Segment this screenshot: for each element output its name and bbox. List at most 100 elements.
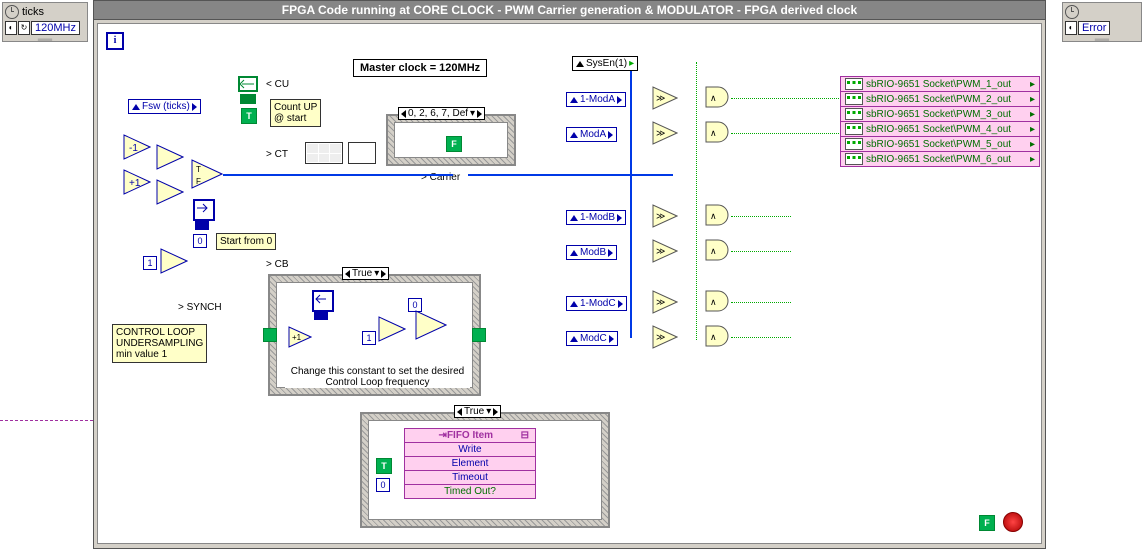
feedback-node[interactable]: [193, 199, 215, 221]
synch-label: > SYNCH: [178, 302, 222, 313]
clock-icon: [1065, 5, 1079, 19]
select-node[interactable]: [415, 310, 447, 340]
info-icon[interactable]: i: [106, 32, 124, 50]
undersampling-note: CONTROL LOOP UNDERSAMPLING min value 1: [112, 324, 207, 363]
index-node[interactable]: [348, 142, 376, 164]
fsw-node[interactable]: Fsw (ticks): [128, 99, 201, 114]
const-zero[interactable]: 0: [193, 234, 207, 248]
frame-title: FPGA Code running at CORE CLOCK - PWM Ca…: [94, 1, 1045, 20]
mod-label: 1-ModB: [580, 212, 615, 223]
mod-1c-node[interactable]: 1-ModC: [566, 296, 627, 311]
subtract-node[interactable]: -1: [123, 134, 151, 160]
comparator[interactable]: ≫: [652, 239, 678, 263]
svg-text:∧: ∧: [710, 297, 717, 307]
wave-icon: [845, 78, 863, 90]
and-gate[interactable]: ∧: [705, 204, 731, 226]
mod-b-node[interactable]: ModB: [566, 245, 617, 260]
and-gate[interactable]: ∧: [705, 86, 731, 108]
and-gate[interactable]: ∧: [705, 121, 731, 143]
next-case-icon[interactable]: [493, 408, 498, 416]
and-gate[interactable]: ∧: [705, 290, 731, 312]
feedback-node[interactable]: [238, 76, 258, 92]
pwm-out-row[interactable]: sbRIO-9651 Socket\PWM_3_out▸: [841, 107, 1039, 122]
case-selector[interactable]: True▾: [454, 405, 501, 418]
local-var-icon: [570, 250, 578, 256]
pwm-out-row[interactable]: sbRIO-9651 Socket\PWM_1_out▸: [841, 77, 1039, 92]
sysen-node[interactable]: SysEn(1)▸: [572, 56, 638, 71]
bool-true[interactable]: T: [376, 458, 392, 474]
mod-label: ModA: [580, 129, 606, 140]
prev-case-icon[interactable]: [401, 110, 406, 118]
const-one[interactable]: 1: [143, 256, 157, 270]
mod-1b-node[interactable]: 1-ModB: [566, 210, 626, 225]
svg-text:F: F: [196, 177, 201, 186]
svg-text:∧: ∧: [710, 93, 717, 103]
select-node[interactable]: TF: [191, 159, 223, 189]
next-case-icon[interactable]: [381, 270, 386, 278]
feedback-init: [314, 310, 328, 320]
pwm-out-row[interactable]: sbRIO-9651 Socket\PWM_4_out▸: [841, 122, 1039, 137]
mod-a-node[interactable]: ModA: [566, 127, 617, 142]
case-selector[interactable]: True▾: [342, 267, 389, 280]
add-node[interactable]: +1: [288, 326, 312, 348]
ct-label: > CT: [266, 149, 288, 160]
case-structure-3[interactable]: True▾ T 0 ⇥FIFO Item⊟ Write Element Time…: [360, 412, 610, 528]
mod-label: ModB: [580, 247, 606, 258]
case-structure-1[interactable]: 0, 2, 6, 7, Def▾ F: [386, 114, 516, 166]
pwm-out-row[interactable]: sbRIO-9651 Socket\PWM_5_out▸: [841, 137, 1039, 152]
wave-icon: [845, 108, 863, 120]
loop-stop-button[interactable]: [1003, 512, 1023, 532]
out-arrow-icon: [608, 131, 613, 139]
pwm-output-bundle[interactable]: sbRIO-9651 Socket\PWM_1_out▸ sbRIO-9651 …: [840, 76, 1040, 167]
out-arrow-icon: [609, 335, 614, 343]
bool-false[interactable]: F: [979, 515, 995, 531]
svg-text:≫: ≫: [656, 297, 665, 307]
local-var-icon: [576, 61, 584, 67]
case-terminal: [263, 328, 277, 342]
comparator[interactable]: ≫: [652, 290, 678, 314]
start-from-0-label: Start from 0: [216, 233, 276, 250]
const-one[interactable]: 1: [362, 331, 376, 345]
clock-value: 120MHz: [31, 21, 80, 35]
comparator[interactable]: ≫: [652, 204, 678, 228]
compare-node[interactable]: [378, 316, 406, 342]
svg-text:∧: ∧: [710, 246, 717, 256]
ticks-panel: ticks ◐ ↻ 120MHz ══: [2, 2, 88, 42]
add-node[interactable]: +1: [123, 169, 151, 195]
mod-c-node[interactable]: ModC: [566, 331, 618, 346]
const-zero[interactable]: 0: [376, 478, 390, 492]
compare-node[interactable]: [156, 179, 184, 205]
main-loop-frame: FPGA Code running at CORE CLOCK - PWM Ca…: [93, 0, 1046, 549]
pwm-out-row[interactable]: sbRIO-9651 Socket\PWM_6_out▸: [841, 152, 1039, 166]
fifo-timedout: Timed Out?: [405, 485, 535, 498]
mod-label: 1-ModA: [580, 94, 615, 105]
ticks-label: ticks: [22, 6, 44, 18]
prev-case-icon[interactable]: [345, 270, 350, 278]
pwm-out-row[interactable]: sbRIO-9651 Socket\PWM_2_out▸: [841, 92, 1039, 107]
compare-node[interactable]: [160, 248, 188, 274]
next-case-icon[interactable]: [477, 110, 482, 118]
svg-text:≫: ≫: [656, 93, 665, 103]
case-label: True: [352, 268, 372, 279]
bool-false[interactable]: F: [446, 136, 462, 152]
build-array-node[interactable]: [305, 142, 343, 164]
fifo-node[interactable]: ⇥FIFO Item⊟ Write Element Timeout Timed …: [404, 428, 536, 499]
out-arrow-icon: [617, 214, 622, 222]
bool-true[interactable]: T: [241, 108, 257, 124]
feedback-node[interactable]: [312, 290, 334, 312]
local-var-icon: [570, 97, 578, 103]
case-selector[interactable]: 0, 2, 6, 7, Def▾: [398, 107, 485, 120]
comparator[interactable]: ≫: [652, 86, 678, 110]
mod-1a-node[interactable]: 1-ModA: [566, 92, 626, 107]
and-gate[interactable]: ∧: [705, 239, 731, 261]
comparator[interactable]: ≫: [652, 121, 678, 145]
error-panel: ◐ Error ══: [1062, 2, 1142, 42]
wave-icon: [845, 123, 863, 135]
prev-case-icon[interactable]: [457, 408, 462, 416]
compare-node[interactable]: [156, 144, 184, 170]
change-const-note: Change this constant to set the desired …: [285, 366, 470, 388]
case-structure-2[interactable]: True▾ +1 1 0 Change this constant to set…: [268, 274, 481, 396]
tunnel: [472, 328, 486, 342]
and-gate[interactable]: ∧: [705, 325, 731, 347]
comparator[interactable]: ≫: [652, 325, 678, 349]
